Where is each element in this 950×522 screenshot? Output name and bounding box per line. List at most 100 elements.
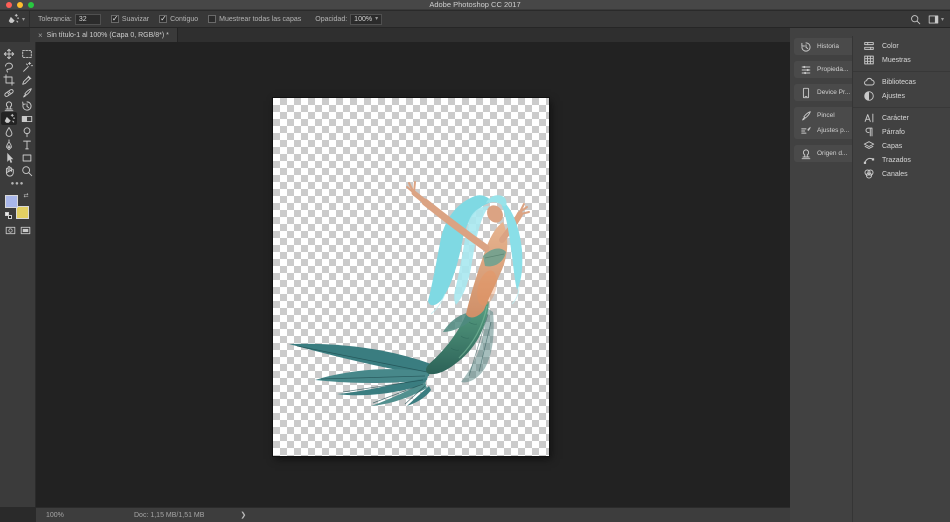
panel-button-ajustes-pincel[interactable]: Ajustes p... [794,123,852,138]
eyedropper-icon [21,74,33,86]
paths-icon [862,153,876,167]
tool-preset-picker[interactable]: ▾ [0,11,31,27]
document-tab-title: Sin título-1 al 100% (Capa 0, RGB/8*) * [46,31,169,39]
panel-right-column: Color Muestras Bibliotecas Ajustes Carácter P… [852,36,950,522]
panel-button-caracter[interactable]: Carácter [853,111,950,125]
dodge-tool[interactable] [19,125,35,138]
lasso-icon [3,61,15,73]
channels-icon [862,167,876,181]
panel-button-trazados[interactable]: Trazados [853,153,950,167]
zoom-level-field[interactable]: 100% [46,512,86,519]
workspace-switcher[interactable]: ▾ [928,14,944,25]
tolerance-input[interactable]: 32 [74,13,101,25]
adjustments-icon [862,89,876,103]
tool-grid [0,47,35,177]
status-chevron-icon[interactable]: ❯ [240,511,246,519]
brush-icon [21,87,33,99]
path-selection-tool[interactable] [1,151,17,164]
path-selection-icon [3,152,15,164]
chevron-down-icon: ▾ [375,15,379,22]
magic-wand-tool[interactable] [19,60,35,73]
document-size-info: Doc: 1,15 MB/1,51 MB [134,511,205,519]
close-tab-icon[interactable]: × [38,31,43,40]
document-area[interactable] [36,42,790,507]
panel-button-parrafo[interactable]: Párrafo [853,125,950,139]
default-colors-icon[interactable] [4,212,12,219]
chevron-down-icon: ▾ [940,16,944,23]
tool-options-bar: ▾ Tolerancia: 32 Suavizar Contiguo Muestre… [0,11,950,28]
marquee-icon [21,48,33,60]
zoom-tool[interactable] [19,164,35,177]
chevron-down-icon: ▾ [22,16,26,23]
magic-wand-icon [21,61,33,73]
quick-mask-icon[interactable] [5,225,16,236]
color-swatch-widget: ⇄ [4,193,31,219]
brush-tool[interactable] [19,86,35,99]
color-icon [862,39,876,53]
edit-toolbar-ellipsis[interactable]: ●●● [0,181,35,187]
blur-icon [3,126,15,138]
foreground-color-swatch[interactable] [4,195,18,208]
blur-tool[interactable] [1,125,17,138]
history-brush-icon [21,100,33,112]
clone-source-icon [799,147,813,161]
libraries-icon [862,75,876,89]
panel-button-bibliotecas[interactable]: Bibliotecas [853,75,950,89]
main-area: × Sin título-1 al 100% (Capa 0, RGB/8*) … [0,28,950,522]
photoshop-window: Adobe Photoshop CC 2017 ▾ Tolerancia: 32… [0,0,950,522]
magic-eraser-tool[interactable] [0,112,17,125]
swap-colors-icon[interactable]: ⇄ [24,193,31,200]
rectangle-icon [21,152,33,164]
dodge-icon [21,126,33,138]
pen-tool[interactable] [1,138,17,151]
properties-icon [799,63,813,77]
magic-eraser-tool-icon [6,12,20,26]
panel-button-color[interactable]: Color [853,39,950,53]
status-bar: 100% Doc: 1,15 MB/1,51 MB ❯ [36,507,790,522]
history-brush-tool[interactable] [19,99,35,112]
panel-button-pincel[interactable]: Pincel [794,108,852,123]
character-icon [862,111,876,125]
window-title: Adobe Photoshop CC 2017 [429,0,521,9]
panel-button-origen-duplicar[interactable]: Origen d... [794,146,852,161]
rectangle-tool[interactable] [19,151,35,164]
lasso-tool[interactable] [1,60,17,73]
type-tool[interactable] [19,138,35,151]
layers-icon [862,139,876,153]
panel-button-propiedades[interactable]: Propieda... [794,62,852,77]
marquee-tool[interactable] [19,47,35,60]
checkbox-contiguo[interactable]: Contiguo [159,14,198,23]
document-tab-bar: × Sin título-1 al 100% (Capa 0, RGB/8*) … [0,28,790,42]
document-tab[interactable]: × Sin título-1 al 100% (Capa 0, RGB/8*) … [30,28,178,42]
title-bar: Adobe Photoshop CC 2017 [0,0,950,10]
panel-button-capas[interactable]: Capas [853,139,950,153]
checkbox-icon [208,15,217,23]
workspace-icon [928,14,939,25]
checkbox-muestrear-todas-las-capas[interactable]: Muestrear todas las capas [208,15,301,23]
panel-button-device-preview[interactable]: Device Pr... [794,85,852,100]
opacity-label: Opacidad: [315,15,348,23]
opacity-dropdown[interactable]: 100% ▾ [350,13,383,25]
canvas[interactable] [273,98,549,456]
checkbox-suavizar[interactable]: Suavizar [110,14,149,23]
checkbox-icon [110,14,119,23]
clone-stamp-tool[interactable] [1,99,17,112]
search-icon[interactable] [910,14,921,25]
hand-tool[interactable] [1,164,17,177]
move-tool[interactable] [1,47,17,60]
swatches-icon [862,53,876,67]
crop-icon [2,73,15,86]
eyedropper-tool[interactable] [19,73,35,86]
healing-brush-tool[interactable] [1,86,17,99]
magic-eraser-icon [3,113,15,125]
device-preview-icon [799,86,813,100]
panel-button-canales[interactable]: Canales [853,167,950,181]
clone-stamp-icon [3,100,15,112]
screen-mode-icon[interactable] [20,225,31,236]
panel-button-historia[interactable]: Historia [794,39,852,54]
gradient-tool[interactable] [19,112,35,125]
gradient-icon [21,113,33,125]
panel-button-muestras[interactable]: Muestras [853,53,950,67]
crop-tool[interactable] [1,73,17,86]
panel-button-ajustes[interactable]: Ajustes [853,89,950,103]
